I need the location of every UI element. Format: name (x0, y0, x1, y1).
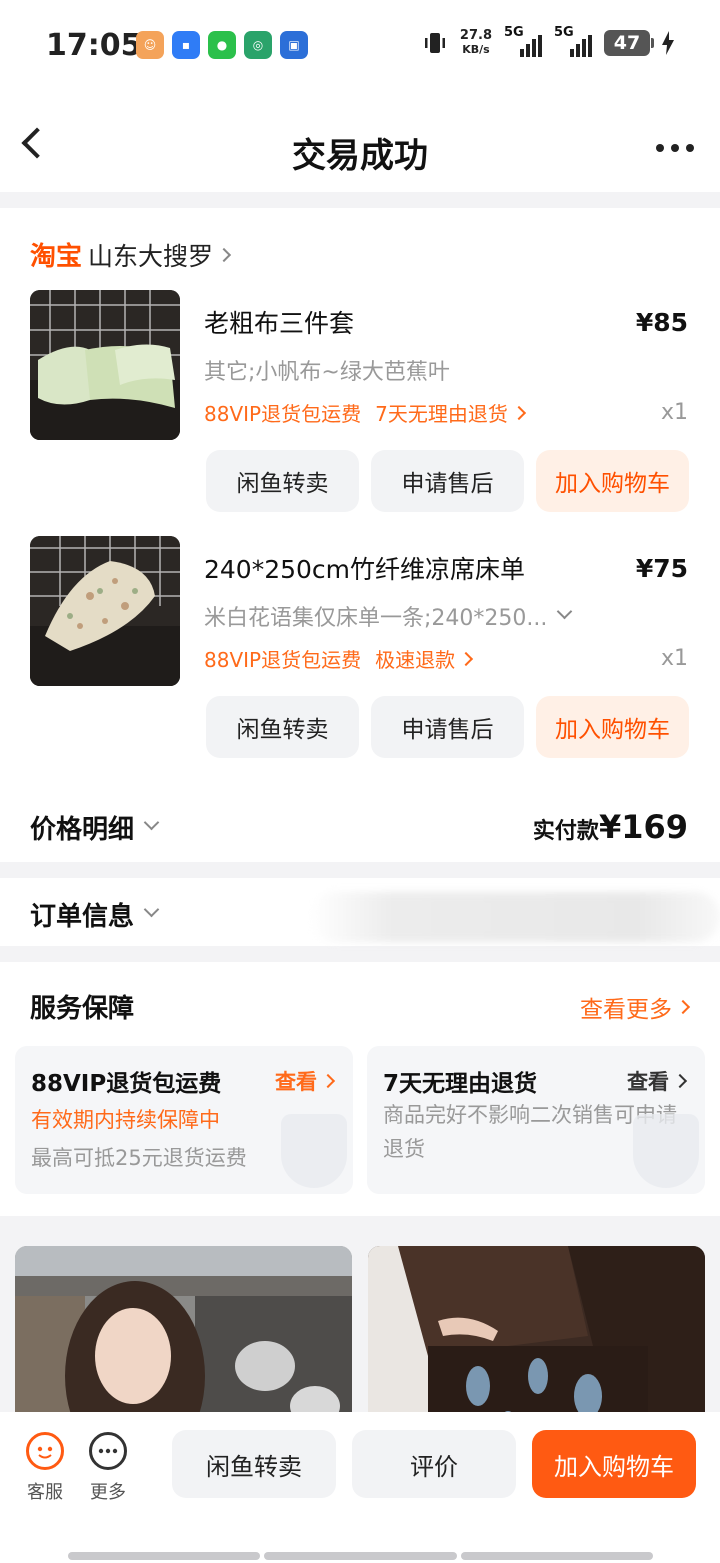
product-price: ¥75 (635, 554, 688, 583)
more-options-icon[interactable] (656, 144, 694, 152)
add-to-cart-button[interactable]: 加入购物车 (532, 1430, 696, 1498)
chevron-down-icon (143, 814, 160, 830)
product-spec: 其它;小帆布~绿大芭蕉叶 (204, 360, 450, 385)
net-speed: 27.8 KB/s (459, 28, 492, 57)
status-time: 17:05 (46, 28, 142, 63)
paid-amount: 实付款 ¥169 (532, 808, 688, 846)
add-to-cart-button[interactable]: 加入购物车 (536, 696, 689, 758)
page-header: 交易成功 (0, 92, 720, 192)
service-card-7day-return[interactable]: 7天无理由退货 查看 商品完好不影响二次销售可申请退货 (367, 1046, 705, 1194)
chevron-right-icon (216, 247, 232, 262)
signal-icon-2: 5G (554, 25, 592, 57)
store-link[interactable]: 淘宝 山东大搜罗 (30, 236, 232, 273)
item-actions: 闲鱼转卖 申请售后 加入购物车 (206, 696, 689, 758)
shield-icon (633, 1114, 699, 1188)
service-title: 服务保障 (30, 994, 135, 1024)
order-item: 老粗布三件套 ¥85 其它;小帆布~绿大芭蕉叶 88VIP退货包运费 7天无理由… (0, 290, 720, 520)
charging-icon (662, 31, 674, 55)
notification-icons: ☺ ▪ ● ◎ ▣ (136, 31, 308, 59)
price-detail-toggle[interactable]: 价格明细 (30, 809, 160, 846)
tag-return: 7天无理由退货 (375, 402, 508, 426)
chevron-right-icon (675, 999, 691, 1014)
view-more-link[interactable]: 查看更多 (580, 990, 691, 1024)
after-sale-button[interactable]: 申请售后 (371, 450, 524, 512)
product-spec[interactable]: 米白花语集仅床单一条;240*250... (204, 600, 573, 632)
order-item: 240*250cm竹纤维凉席床单 ¥75 米白花语集仅床单一条;240*250.… (0, 536, 720, 766)
chevron-right-icon (672, 1073, 688, 1089)
product-quantity: x1 (660, 646, 688, 671)
service-header: 服务保障 查看更多 (30, 988, 691, 1025)
shield-icon (281, 1114, 347, 1188)
product-name[interactable]: 240*250cm竹纤维凉席床单 (204, 550, 525, 586)
after-sale-button[interactable]: 申请售后 (371, 696, 524, 758)
chevron-right-icon (511, 405, 526, 420)
add-to-cart-button[interactable]: 加入购物车 (536, 450, 689, 512)
home-indicator (68, 1552, 653, 1560)
battery-icon: 47 (604, 30, 654, 56)
view-link[interactable]: 查看 (627, 1066, 688, 1096)
more-button[interactable]: 更多 (89, 1432, 127, 1504)
tag-88vip: 88VIP退货包运费 (204, 648, 362, 672)
product-name[interactable]: 老粗布三件套 (204, 304, 354, 340)
chevron-right-icon (459, 651, 474, 666)
store-name: 山东大搜罗 (88, 241, 214, 271)
taobao-logo: 淘宝 (30, 242, 83, 272)
vibrate-icon (424, 33, 445, 53)
wechat-icon: ● (208, 31, 236, 59)
customer-service-button[interactable]: 客服 (26, 1432, 64, 1504)
resell-button[interactable]: 闲鱼转卖 (206, 696, 359, 758)
app-icon: ◎ (244, 31, 272, 59)
chevron-right-icon (320, 1073, 336, 1089)
chevron-down-icon (143, 901, 160, 918)
chevron-down-icon (557, 603, 573, 619)
order-info-toggle[interactable]: 订单信息 (30, 896, 160, 933)
product-quantity: x1 (660, 400, 688, 425)
review-button[interactable]: 评价 (352, 1430, 516, 1498)
order-card: 淘宝 山东大搜罗 老粗布三件套 ¥85 其它;小帆布~绿大芭蕉叶 88VIP退货… (0, 208, 720, 862)
more-icon (89, 1432, 127, 1470)
service-card-88vip[interactable]: 88VIP退货包运费 查看 有效期内持续保障中 最高可抵25元退货运费 (15, 1046, 353, 1194)
status-bar: 17:05 ☺ ▪ ● ◎ ▣ 27.8 KB/s 5G 5G 47 (0, 0, 720, 92)
service-tags[interactable]: 88VIP退货包运费 极速退款 (204, 644, 474, 673)
calendar-app-icon: ▣ (280, 31, 308, 59)
product-price: ¥85 (635, 308, 688, 337)
message-app-icon: ▪ (172, 31, 200, 59)
page-title: 交易成功 (292, 136, 428, 176)
signal-icon: 5G (504, 25, 542, 57)
view-link[interactable]: 查看 (275, 1066, 336, 1096)
resell-button[interactable]: 闲鱼转卖 (206, 450, 359, 512)
notification-app-icon: ☺ (136, 31, 164, 59)
product-image[interactable] (30, 290, 180, 440)
service-tags[interactable]: 88VIP退货包运费 7天无理由退货 (204, 398, 526, 427)
system-status: 27.8 KB/s 5G 5G 47 (422, 25, 674, 57)
order-info-section: 订单信息 (0, 878, 720, 946)
resell-button[interactable]: 闲鱼转卖 (172, 1430, 336, 1498)
product-image[interactable] (30, 536, 180, 686)
service-section: 服务保障 查看更多 88VIP退货包运费 查看 有效期内持续保障中 最高可抵25… (0, 962, 720, 1216)
tag-88vip: 88VIP退货包运费 (204, 402, 362, 426)
bottom-action-bar: 客服 更多 闲鱼转卖 评价 加入购物车 (0, 1412, 720, 1563)
customer-service-icon (26, 1432, 64, 1470)
price-summary: 价格明细 实付款 ¥169 (30, 808, 688, 846)
tag-fast-refund: 极速退款 (375, 648, 456, 672)
blurred-order-number (310, 892, 720, 942)
item-actions: 闲鱼转卖 申请售后 加入购物车 (206, 450, 689, 512)
